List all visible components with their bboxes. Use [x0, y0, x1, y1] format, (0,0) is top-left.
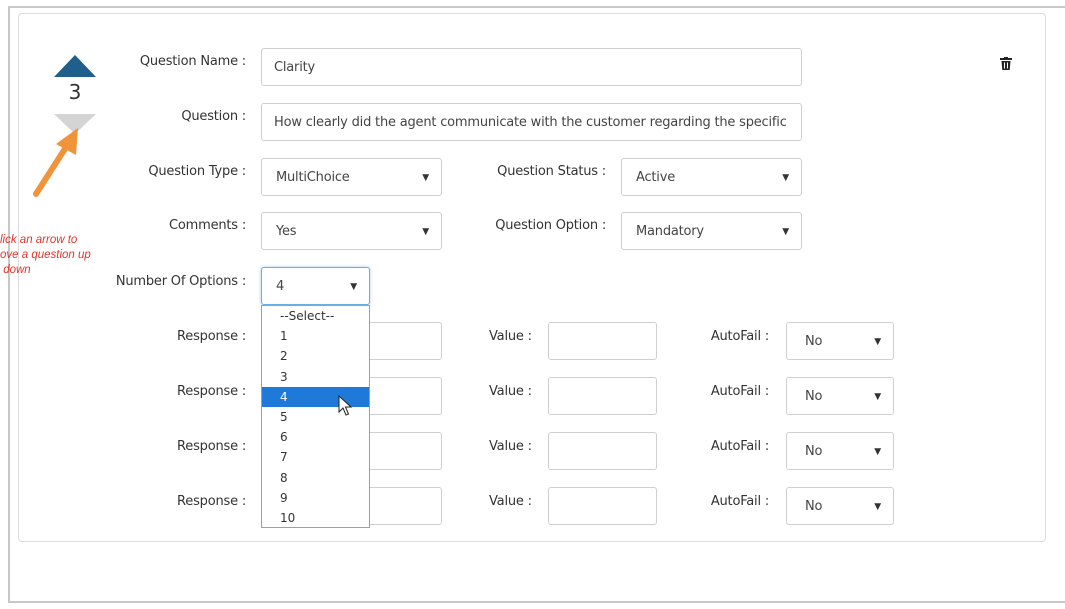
- comments-value: Yes: [276, 224, 297, 239]
- response-label: Response :: [177, 494, 246, 509]
- comments-select[interactable]: Yes ▼: [261, 212, 442, 250]
- dropdown-option[interactable]: 7: [262, 447, 369, 467]
- up-arrow-icon[interactable]: [53, 54, 97, 78]
- autofail-label: AutoFail :: [710, 384, 769, 399]
- dropdown-option[interactable]: 5: [262, 407, 369, 427]
- dropdown-option[interactable]: 8: [262, 468, 369, 488]
- question-option-value: Mandatory: [636, 224, 704, 239]
- value-input[interactable]: [548, 487, 657, 525]
- dropdown-option[interactable]: 3: [262, 367, 369, 387]
- mouse-cursor-icon: [338, 395, 352, 416]
- value-input[interactable]: [548, 432, 657, 470]
- caret-down-icon: ▼: [782, 173, 789, 183]
- caret-down-icon: ▼: [874, 337, 881, 347]
- caret-down-icon: ▼: [782, 227, 789, 237]
- dropdown-option[interactable]: 2: [262, 346, 369, 366]
- dropdown-option[interactable]: --Select--: [262, 306, 369, 326]
- comments-label: Comments :: [169, 218, 246, 233]
- autofail-select[interactable]: No ▼: [786, 432, 894, 470]
- response-label: Response :: [177, 439, 246, 454]
- autofail-select[interactable]: No ▼: [786, 377, 894, 415]
- number-of-options-dropdown[interactable]: --Select-- 1 2 3 4 5 6 7 8 9 10: [261, 305, 370, 528]
- question-status-select[interactable]: Active ▼: [621, 158, 802, 196]
- question-name-label: Question Name :: [139, 54, 246, 69]
- pointer-arrow-icon: [33, 128, 78, 197]
- dropdown-option[interactable]: 4: [262, 386, 369, 407]
- question-option-label: Question Option :: [495, 218, 606, 233]
- number-of-options-select[interactable]: 4 ▼: [261, 267, 370, 305]
- question-text-input[interactable]: How clearly did the agent communicate wi…: [261, 103, 802, 141]
- caret-down-icon: ▼: [350, 282, 357, 292]
- question-status-value: Active: [636, 170, 676, 185]
- autofail-value: No: [805, 389, 823, 404]
- caret-down-icon: ▼: [422, 173, 429, 183]
- caret-down-icon: ▼: [874, 502, 881, 512]
- response-label: Response :: [177, 384, 246, 399]
- annotation-line: ove a question up: [0, 249, 91, 261]
- question-option-select[interactable]: Mandatory ▼: [621, 212, 802, 250]
- dropdown-option[interactable]: 10: [262, 508, 369, 528]
- question-order-number: 3: [68, 80, 82, 104]
- value-input[interactable]: [548, 322, 657, 360]
- caret-down-icon: ▼: [422, 227, 429, 237]
- autofail-label: AutoFail :: [710, 329, 769, 344]
- dropdown-option[interactable]: 6: [262, 427, 369, 447]
- value-input[interactable]: [548, 377, 657, 415]
- question-type-label: Question Type :: [148, 164, 246, 179]
- trash-icon[interactable]: [1000, 57, 1012, 70]
- autofail-label: AutoFail :: [710, 439, 769, 454]
- question-type-value: MultiChoice: [276, 170, 350, 185]
- annotation-text: lick an arrow to ove a question up down: [0, 233, 91, 278]
- number-of-options-label: Number Of Options :: [115, 274, 246, 289]
- autofail-value: No: [805, 334, 823, 349]
- annotation-line: down: [0, 264, 31, 276]
- autofail-select[interactable]: No ▼: [786, 487, 894, 525]
- number-of-options-value: 4: [276, 279, 285, 294]
- autofail-value: No: [805, 499, 823, 514]
- annotation-line: lick an arrow to: [0, 234, 78, 246]
- caret-down-icon: ▼: [874, 447, 881, 457]
- question-status-label: Question Status :: [497, 164, 606, 179]
- question-type-select[interactable]: MultiChoice ▼: [261, 158, 442, 196]
- dropdown-option[interactable]: 9: [262, 488, 369, 508]
- dropdown-option[interactable]: 1: [262, 326, 369, 346]
- question-label: Question :: [181, 109, 246, 124]
- autofail-label: AutoFail :: [710, 494, 769, 509]
- question-name-input[interactable]: Clarity: [261, 48, 802, 86]
- response-label: Response :: [177, 329, 246, 344]
- autofail-value: No: [805, 444, 823, 459]
- autofail-select[interactable]: No ▼: [786, 322, 894, 360]
- caret-down-icon: ▼: [874, 392, 881, 402]
